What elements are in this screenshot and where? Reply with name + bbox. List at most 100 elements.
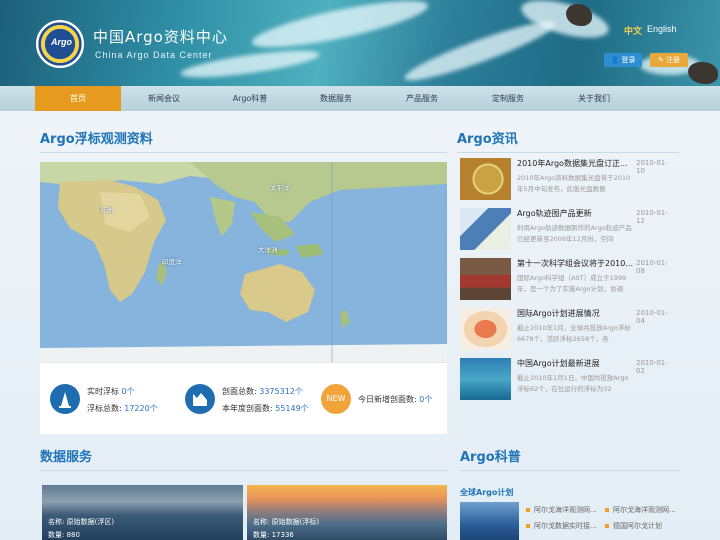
- today-profiles: 今日新增剖面数: 0个: [358, 394, 432, 405]
- realtime-floats: 实时浮标 0个: [87, 386, 135, 397]
- card-count-label: 数量:: [48, 531, 65, 539]
- science-section-title: Argo科普: [460, 450, 521, 465]
- realtime-label: 实时浮标: [87, 387, 119, 396]
- news-title[interactable]: 中国Argo计划最新进展: [517, 358, 635, 369]
- site-title-cn: 中国Argo资料中心: [93, 28, 228, 46]
- news-thumbnail[interactable]: [460, 158, 511, 200]
- total-floats: 浮标总数: 17220个: [87, 403, 158, 414]
- news-title[interactable]: Argo轨迹图产品更新: [517, 208, 635, 219]
- news-item[interactable]: 中国Argo计划最新进展 2010-01-02 截止2010年1月1日，中国共投…: [458, 358, 673, 406]
- map-label-pacific: 太平洋: [270, 184, 290, 192]
- realtime-value[interactable]: 0个: [122, 387, 135, 396]
- map-graphic: [40, 162, 447, 362]
- news-summary: 截止2010年1月，全球共投放Argo浮标6678个，活跃浮标2658个，各: [517, 324, 631, 343]
- news-thumbnail[interactable]: [460, 308, 511, 350]
- card-count: 880: [66, 531, 80, 539]
- card-name-label: 名称:: [253, 518, 270, 526]
- news-title[interactable]: 第十一次科学组会议将于2010...: [517, 258, 635, 269]
- news-summary: 国际Argo科学组（AST）成立于1999年，是一个为了实施Argo计划，协调: [517, 274, 627, 293]
- card-name: 原始数据(浮标): [271, 518, 320, 526]
- nav-science[interactable]: Argo科普: [207, 86, 293, 111]
- news-item[interactable]: Argo轨迹图产品更新 2010-01-12 利用Argo轨迹数据制作的Argo…: [458, 208, 673, 256]
- register-button[interactable]: ✎ 注册: [650, 53, 688, 67]
- lang-english-link[interactable]: English: [647, 24, 677, 34]
- map-section-title: Argo浮标观测资料: [40, 132, 153, 147]
- chart-icon: [185, 384, 215, 414]
- year-label: 本年度剖面数:: [222, 404, 273, 413]
- science-link[interactable]: 阿尔戈数据实时接...: [534, 521, 597, 531]
- divider: [460, 470, 679, 471]
- buoy-icon: [50, 384, 80, 414]
- card-name-label: 名称:: [48, 518, 65, 526]
- total-profiles: 剖面总数: 3375312个: [222, 386, 303, 397]
- today-value[interactable]: 0个: [419, 395, 432, 404]
- rock: [688, 62, 718, 84]
- data-service-title: 数据服务: [40, 450, 93, 465]
- nav-home[interactable]: 首页: [35, 86, 121, 111]
- nav-custom-service[interactable]: 定制服务: [465, 86, 551, 111]
- science-link[interactable]: 德国阿尔戈计划: [613, 521, 662, 531]
- data-card[interactable]: 名称: 原始数据(浮标) 数量: 17336: [247, 485, 447, 540]
- news-thumbnail[interactable]: [460, 258, 511, 300]
- profiles-value[interactable]: 3375312个: [259, 387, 303, 396]
- data-card[interactable]: 名称: 原始数据(浮区) 数量: 880: [42, 485, 243, 540]
- login-label: 登录: [621, 56, 636, 64]
- news-date: 2010-01-10: [636, 159, 668, 175]
- card-count-line: 数量: 880: [48, 530, 80, 540]
- science-thumbnail[interactable]: [460, 502, 519, 540]
- nav-product-service[interactable]: 产品服务: [379, 86, 465, 111]
- wave-foam: [401, 13, 559, 86]
- divider: [40, 470, 447, 471]
- news-item[interactable]: 第十一次科学组会议将于2010... 2010-01-08 国际Argo科学组（…: [458, 258, 673, 306]
- news-summary: 利用Argo轨迹数据制作的Argo轨迹产品已经更新至2009年12月份，空间: [517, 224, 632, 243]
- lang-chinese-link[interactable]: 中文: [624, 24, 642, 37]
- bullet-icon: [605, 524, 609, 528]
- year-profiles: 本年度剖面数: 55149个: [222, 403, 309, 414]
- main-nav: 首页 新闻会议 Argo科普 数据服务 产品服务 定制服务 关于我们: [0, 86, 720, 111]
- news-title[interactable]: 2010年Argo数据集光盘订正...: [517, 158, 635, 169]
- today-label: 今日新增剖面数:: [358, 395, 417, 404]
- card-name-line: 名称: 原始数据(浮区): [48, 517, 114, 527]
- bullet-icon: [526, 524, 530, 528]
- edit-icon: ✎: [657, 56, 664, 64]
- world-map[interactable]: 非洲 太平洋 印度洋 大洋洲: [40, 162, 447, 362]
- news-title[interactable]: 国际Argo计划进展情况: [517, 308, 635, 319]
- site-title-en: China Argo Data Center: [95, 50, 213, 60]
- map-label-australia: 大洋洲: [258, 246, 278, 254]
- nav-data-service[interactable]: 数据服务: [293, 86, 379, 111]
- logo[interactable]: Argo: [36, 20, 84, 68]
- science-link[interactable]: 阿尔戈海洋观测网...: [613, 505, 676, 515]
- profiles-label: 剖面总数:: [222, 387, 257, 396]
- login-button[interactable]: 👤 登录: [604, 53, 642, 67]
- user-icon: 👤: [610, 56, 620, 64]
- divider: [40, 152, 447, 153]
- news-item[interactable]: 2010年Argo数据集光盘订正... 2010-01-10 2010年Argo…: [458, 158, 673, 206]
- card-count-line: 数量: 17336: [253, 530, 294, 540]
- news-date: 2010-01-08: [636, 259, 668, 275]
- news-date: 2010-01-02: [636, 359, 668, 375]
- register-label: 注册: [666, 56, 681, 64]
- science-subtitle[interactable]: 全球Argo计划: [460, 487, 513, 498]
- bullet-icon: [605, 508, 609, 512]
- new-badge-icon: NEW: [321, 384, 351, 414]
- bullet-icon: [526, 508, 530, 512]
- map-label-africa: 非洲: [100, 206, 113, 214]
- nav-news[interactable]: 新闻会议: [121, 86, 207, 111]
- news-thumbnail[interactable]: [460, 208, 511, 250]
- news-summary: 2010年Argo资料数据集光盘将于2010年5月中旬发布，此版光盘数据: [517, 174, 631, 193]
- rock: [566, 4, 592, 26]
- total-label: 浮标总数:: [87, 404, 122, 413]
- total-value[interactable]: 17220个: [124, 404, 157, 413]
- news-item[interactable]: 国际Argo计划进展情况 2010-01-04 截止2010年1月，全球共投放A…: [458, 308, 673, 356]
- news-thumbnail[interactable]: [460, 358, 511, 400]
- card-name: 原始数据(浮区): [66, 518, 115, 526]
- header-banner: Argo 中国Argo资料中心 China Argo Data Center 中…: [0, 0, 720, 86]
- news-date: 2010-01-04: [636, 309, 668, 325]
- divider: [457, 152, 679, 153]
- year-value[interactable]: 55149个: [275, 404, 308, 413]
- nav-about[interactable]: 关于我们: [551, 86, 637, 111]
- science-link[interactable]: 阿尔戈海洋观测网...: [534, 505, 597, 515]
- map-label-indian-ocean: 印度洋: [162, 258, 182, 266]
- news-section-title: Argo资讯: [457, 132, 518, 147]
- news-summary: 截止2010年1月1日，中国共投放Argo浮标62个，在位运行的浮标为32: [517, 374, 629, 393]
